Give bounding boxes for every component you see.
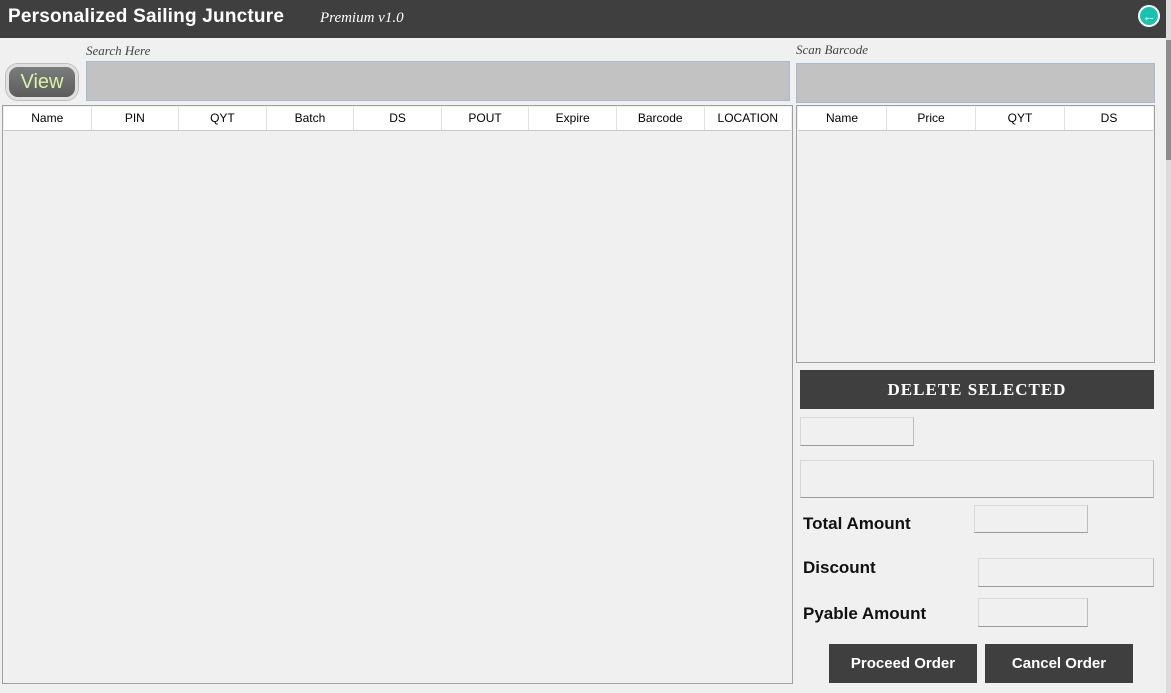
discount-label: Discount bbox=[803, 558, 876, 577]
total-amount-label: Total Amount bbox=[803, 514, 911, 533]
view-button[interactable]: View bbox=[6, 64, 78, 100]
inventory-column-header[interactable]: DS bbox=[354, 107, 442, 130]
item-field-wide[interactable] bbox=[800, 460, 1154, 498]
total-amount-field[interactable] bbox=[974, 505, 1088, 533]
back-arrow-icon[interactable]: ← bbox=[1138, 5, 1160, 27]
barcode-label: Scan Barcode bbox=[796, 42, 869, 57]
window-scrollbar[interactable] bbox=[1166, 0, 1171, 693]
cart-column-header[interactable]: DS bbox=[1065, 107, 1153, 130]
item-field-small[interactable] bbox=[800, 417, 914, 446]
cancel-order-button[interactable]: Cancel Order bbox=[985, 644, 1133, 683]
inventory-column-header[interactable]: LOCATION bbox=[705, 107, 792, 130]
inventory-grid-header: Name PIN QYT Batch DS POUT Expire Barcode LOCATI… bbox=[4, 107, 791, 131]
inventory-column-header[interactable]: Batch bbox=[267, 107, 355, 130]
barcode-input[interactable] bbox=[796, 63, 1155, 103]
app-title: Personalized Sailing Juncture bbox=[8, 6, 285, 27]
app-version: Premium v1.0 bbox=[320, 10, 404, 26]
inventory-column-header[interactable]: Name bbox=[4, 107, 92, 130]
cart-grid[interactable]: Name Price QYT DS bbox=[796, 105, 1155, 363]
payable-amount-label: Pyable Amount bbox=[803, 604, 927, 623]
proceed-order-button[interactable]: Proceed Order bbox=[829, 644, 977, 683]
inventory-column-header[interactable]: Expire bbox=[529, 107, 617, 130]
inventory-column-header[interactable]: Barcode bbox=[617, 107, 705, 130]
payable-amount-field[interactable] bbox=[978, 598, 1088, 627]
inventory-column-header[interactable]: QYT bbox=[179, 107, 267, 130]
delete-selected-button[interactable]: DELETE SELECTED bbox=[800, 370, 1154, 409]
cart-grid-header: Name Price QYT DS bbox=[798, 107, 1153, 131]
inventory-grid[interactable]: Name PIN QYT Batch DS POUT Expire Barcode LOCATI… bbox=[2, 105, 793, 684]
cart-column-header[interactable]: Price bbox=[887, 107, 976, 130]
cart-column-header[interactable]: Name bbox=[798, 107, 887, 130]
title-bar: Personalized Sailing Juncture Premium v1… bbox=[0, 0, 1166, 38]
search-input[interactable] bbox=[86, 61, 790, 101]
inventory-column-header[interactable]: POUT bbox=[442, 107, 530, 130]
discount-field[interactable] bbox=[978, 558, 1154, 587]
inventory-column-header[interactable]: PIN bbox=[92, 107, 180, 130]
cart-column-header[interactable]: QYT bbox=[976, 107, 1065, 130]
search-label: Search Here bbox=[86, 43, 151, 58]
